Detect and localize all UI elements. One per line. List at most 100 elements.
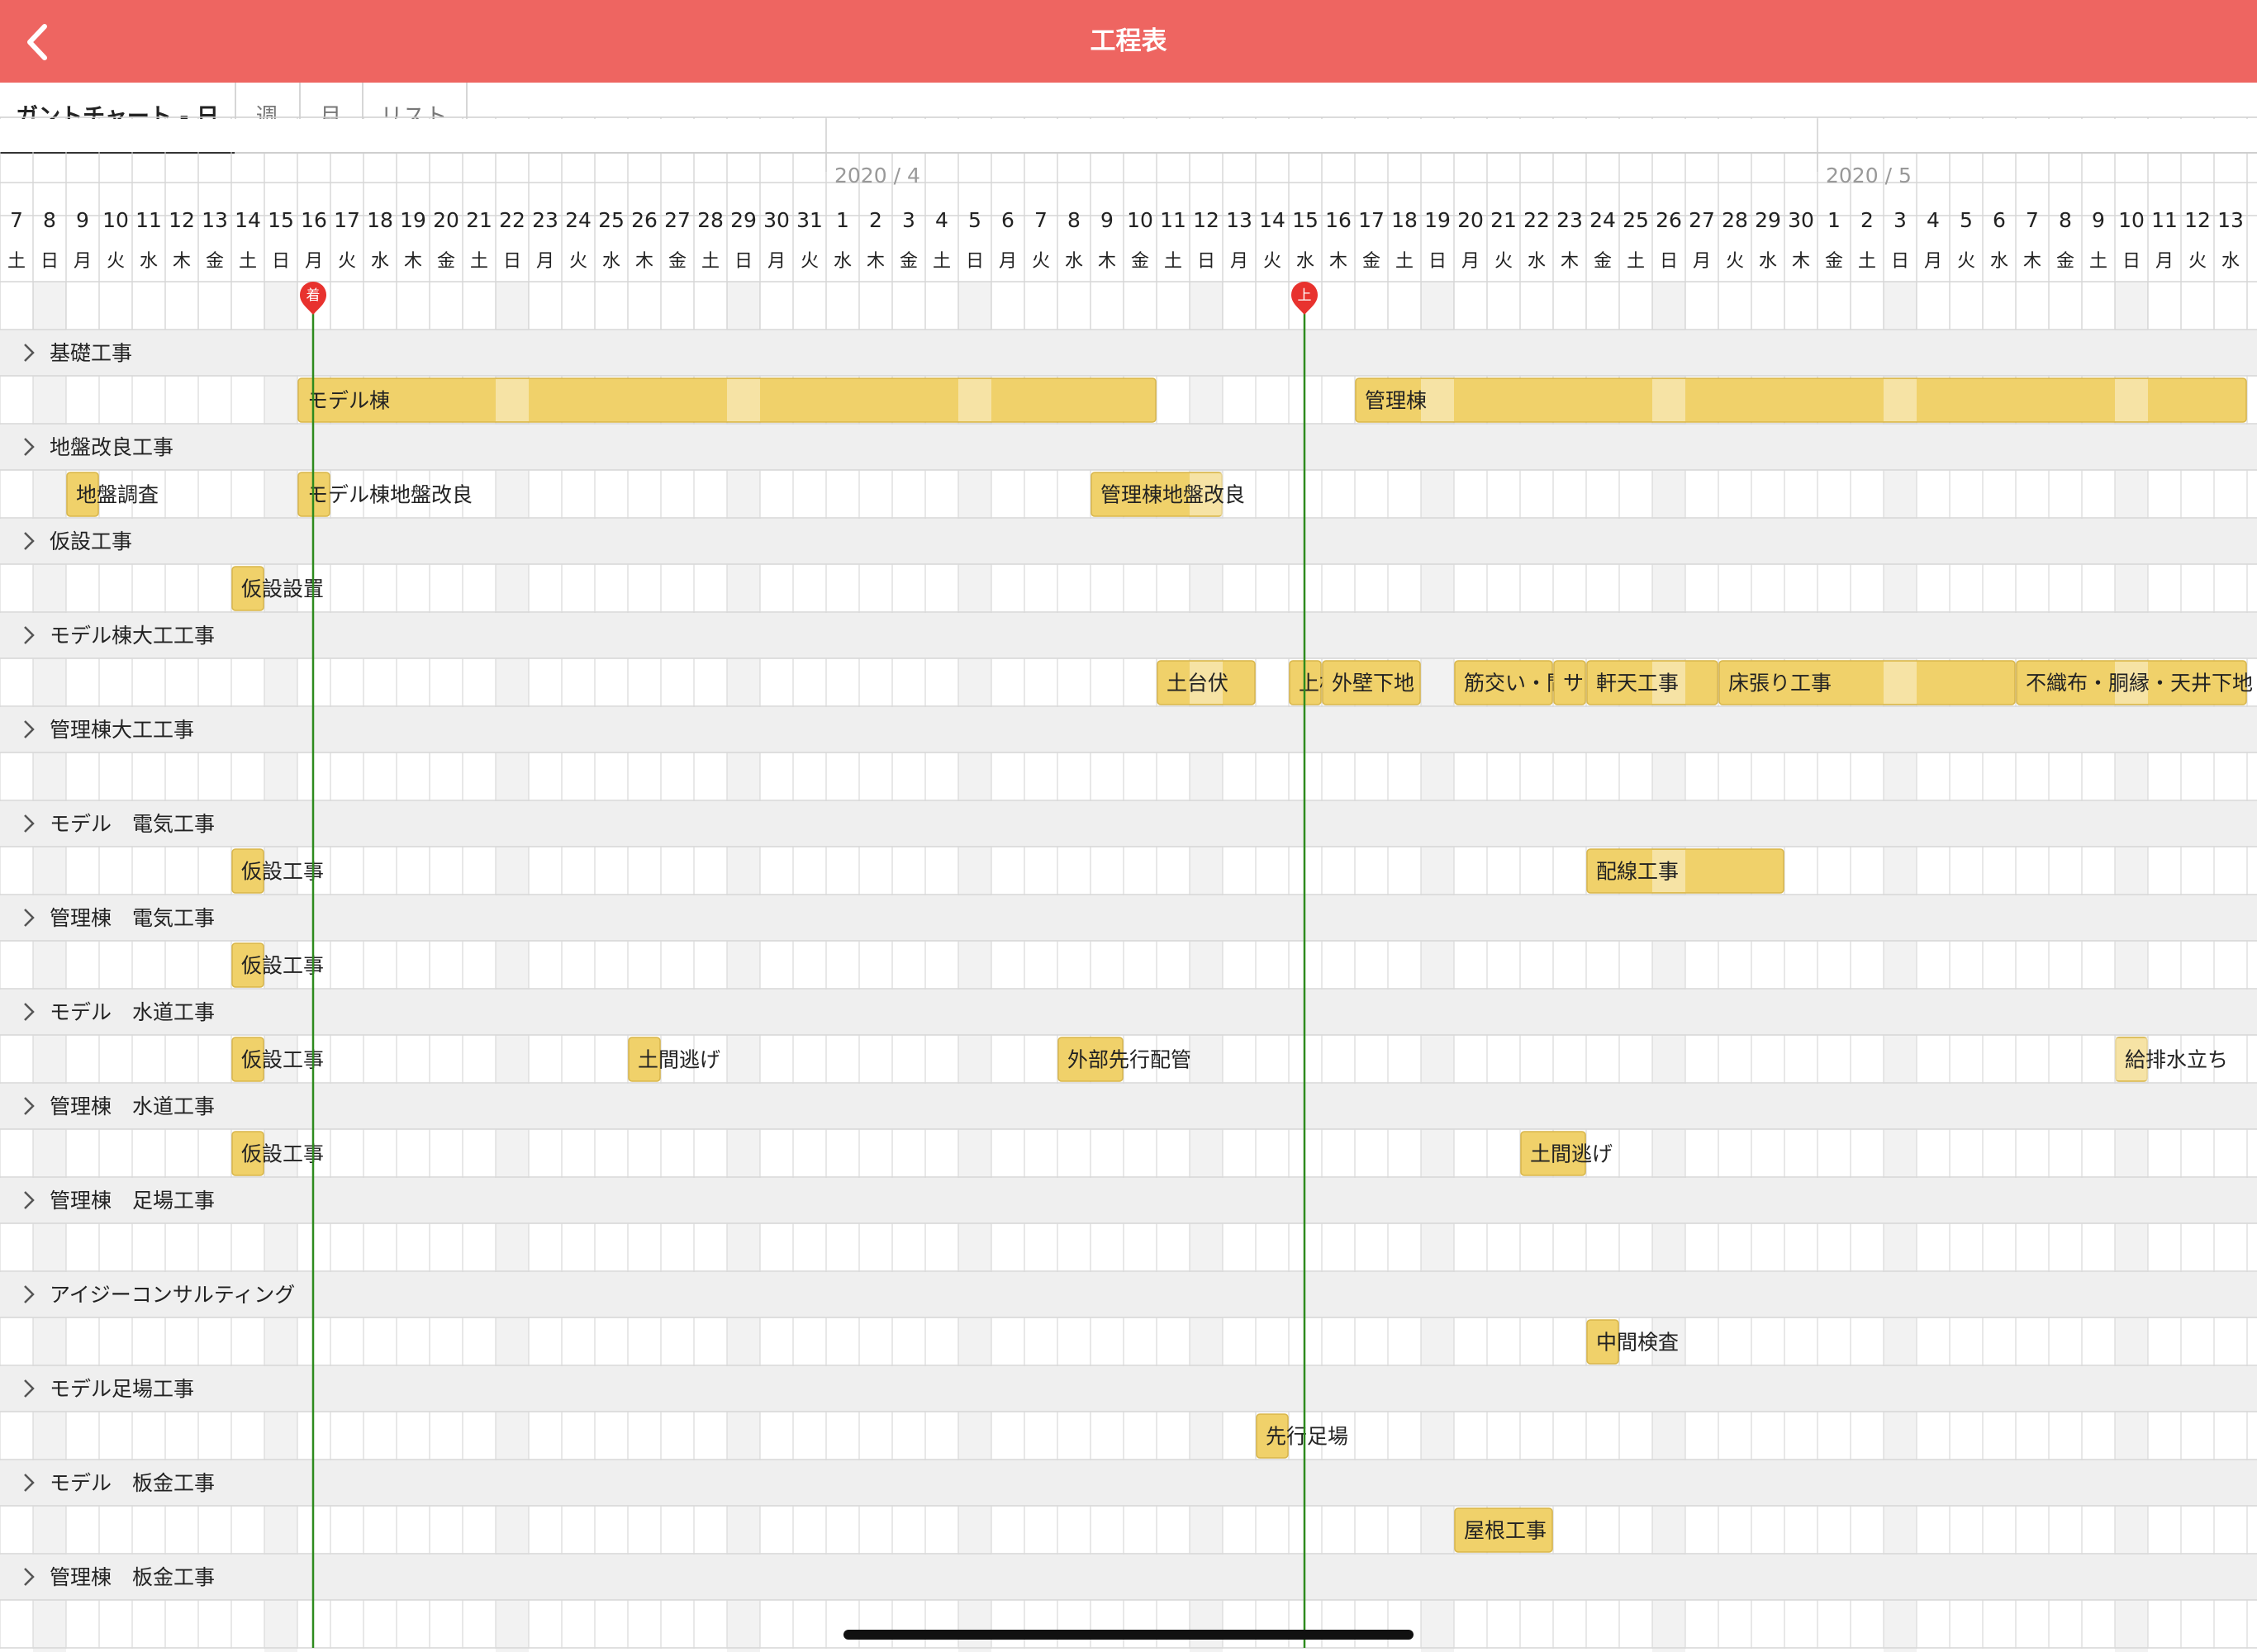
- day-number: 3: [1894, 208, 1907, 232]
- weekday-label: 水: [371, 251, 389, 272]
- weekday-label: 土: [239, 251, 257, 272]
- weekday-label: 火: [1263, 251, 1281, 272]
- day-number: 12: [2184, 208, 2211, 232]
- section-header-bg: [0, 1272, 2257, 1317]
- weekday-label: 日: [272, 251, 290, 272]
- task-bar[interactable]: 土間逃げ: [628, 1037, 720, 1082]
- day-number: 28: [697, 208, 724, 232]
- weekday-label: 土: [1164, 251, 1182, 272]
- weekday-label: 日: [966, 251, 984, 272]
- day-number: 14: [1259, 208, 1285, 232]
- gantt-chart: 基礎工事地盤改良工事仮設工事モデル棟大工工事管理棟大工工事モデル 電気工事管理棟…: [0, 116, 2257, 1652]
- weekday-label: 月: [999, 251, 1017, 272]
- day-number: 18: [1391, 208, 1418, 232]
- weekday-label: 木: [404, 251, 422, 272]
- section-title: モデル足場工事: [50, 1377, 194, 1401]
- section-header-bg: [0, 1460, 2257, 1506]
- task-bar[interactable]: 外部先行配管: [1057, 1037, 1191, 1082]
- month-label: 2020 / 5: [1826, 164, 1912, 188]
- task-bar[interactable]: 軒天工事: [1586, 660, 1718, 705]
- section-title: 管理棟 足場工事: [50, 1189, 215, 1213]
- task-bar[interactable]: 筋交い・間: [1454, 660, 1567, 705]
- weekday-label: 木: [635, 251, 653, 272]
- weekday-label: 火: [2188, 251, 2207, 272]
- task-label: 仮設工事: [241, 860, 324, 884]
- weekday-label: 火: [1032, 251, 1050, 272]
- day-number: 26: [1656, 208, 1682, 232]
- task-bar[interactable]: 床張り工事: [1718, 660, 2016, 705]
- day-number: 20: [433, 208, 459, 232]
- day-number: 20: [1457, 208, 1484, 232]
- weekday-label: 土: [470, 251, 488, 272]
- task-bar[interactable]: 地盤調査: [66, 472, 159, 517]
- task-bar[interactable]: 管理棟地盤改良: [1090, 472, 1245, 517]
- month-row-bg: [0, 119, 2257, 152]
- milestone-label: 上: [1298, 287, 1312, 304]
- task-label: 仮設設置: [241, 577, 324, 601]
- weekday-label: 月: [305, 251, 323, 272]
- day-number: 15: [268, 208, 294, 232]
- weekend-column: [1652, 282, 1685, 1652]
- day-number: 9: [2092, 208, 2105, 232]
- day-number: 11: [2151, 208, 2178, 232]
- weekday-label: 火: [1957, 251, 1975, 272]
- day-number: 21: [1490, 208, 1517, 232]
- weekday-label: 木: [867, 251, 885, 272]
- section-header-bg: [0, 990, 2257, 1035]
- section-header-bg: [0, 519, 2257, 564]
- day-number: 23: [532, 208, 558, 232]
- task-bar[interactable]: 土台伏: [1157, 660, 1256, 705]
- task-bar[interactable]: 先行足場: [1256, 1413, 1348, 1459]
- section-title: 管理棟大工工事: [50, 718, 194, 742]
- day-number: 25: [1623, 208, 1649, 232]
- task-bar[interactable]: 配線工事: [1586, 848, 1784, 894]
- day-number: 12: [169, 208, 195, 232]
- day-number: 8: [43, 208, 56, 232]
- task-bar[interactable]: モデル棟: [297, 377, 1157, 423]
- day-number: 3: [902, 208, 915, 232]
- weekend-overlay: [727, 379, 760, 421]
- task-bar[interactable]: サ: [1553, 660, 1586, 705]
- task-label: 先行足場: [1266, 1425, 1348, 1449]
- task-label: 屋根工事: [1464, 1519, 1547, 1543]
- weekday-label: 水: [1990, 251, 2008, 272]
- section-header-bg: [0, 707, 2257, 752]
- task-bar[interactable]: モデル棟地盤改良: [297, 472, 473, 517]
- day-number: 13: [1226, 208, 1252, 232]
- section-header-bg: [0, 801, 2257, 847]
- day-number: 13: [202, 208, 228, 232]
- task-label: 給排水立ち: [2125, 1048, 2228, 1072]
- task-label: 外壁下地: [1332, 672, 1414, 695]
- day-number: 10: [102, 208, 129, 232]
- day-number: 16: [1325, 208, 1352, 232]
- weekday-label: 月: [767, 251, 786, 272]
- task-bar[interactable]: 屋根工事: [1454, 1507, 1553, 1553]
- weekday-label: 土: [933, 251, 951, 272]
- weekday-label: 木: [173, 251, 191, 272]
- task-label: 外部先行配管: [1067, 1048, 1191, 1072]
- task-label: モデル棟: [307, 389, 390, 413]
- day-number: 6: [1993, 208, 2006, 232]
- day-number: 22: [499, 208, 525, 232]
- day-number: 30: [1788, 208, 1814, 232]
- weekend-overlay: [1884, 379, 1917, 421]
- day-number: 8: [1067, 208, 1081, 232]
- day-number: 15: [1292, 208, 1319, 232]
- day-number: 25: [598, 208, 625, 232]
- weekday-label: 月: [1693, 251, 1711, 272]
- task-bar[interactable]: 土間逃げ: [1520, 1131, 1613, 1176]
- weekday-label: 金: [900, 251, 918, 272]
- task-bar[interactable]: 不織布・胴縁・天井下地: [2016, 660, 2253, 705]
- day-number: 16: [301, 208, 327, 232]
- task-bar[interactable]: 管理棟: [1355, 377, 2247, 423]
- task-bar[interactable]: 外壁下地: [1322, 660, 1421, 705]
- section-title: 基礎工事: [50, 341, 132, 365]
- weekday-label: 月: [74, 251, 92, 272]
- weekday-label: 水: [602, 251, 620, 272]
- weekday-label: 金: [437, 251, 455, 272]
- day-number: 23: [1556, 208, 1583, 232]
- weekday-label: 木: [1792, 251, 1810, 272]
- weekday-label: 日: [1428, 251, 1447, 272]
- task-bar[interactable]: 給排水立ち: [2115, 1037, 2228, 1082]
- weekday-label: 土: [7, 251, 26, 272]
